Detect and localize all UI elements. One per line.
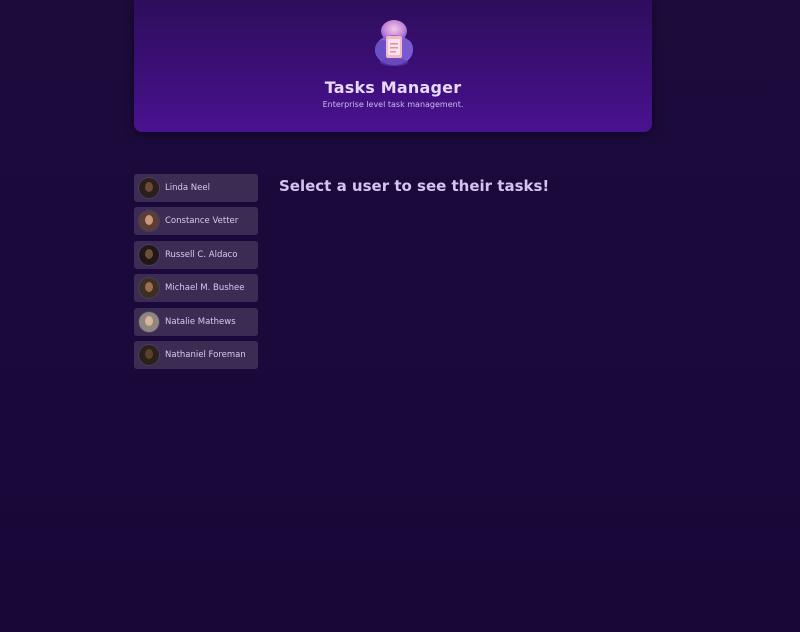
- user-item-nathaniel-foreman[interactable]: Nathaniel Foreman: [134, 340, 258, 369]
- user-name: Linda Neel: [165, 183, 210, 193]
- user-item-michael-bushee[interactable]: Michael M. Bushee: [134, 274, 258, 303]
- avatar: [139, 278, 159, 299]
- avatar: [139, 344, 159, 365]
- avatar: [139, 311, 159, 332]
- avatar: [139, 244, 159, 265]
- avatar: [139, 211, 159, 232]
- select-user-prompt: Select a user to see their tasks!: [279, 177, 550, 195]
- user-item-natalie-mathews[interactable]: Natalie Mathews: [134, 307, 258, 336]
- user-item-constance-vetter[interactable]: Constance Vetter: [134, 207, 258, 236]
- avatar: [139, 178, 159, 198]
- app-title: Tasks Manager: [324, 78, 462, 97]
- app-subtitle: Enterprise level task management.: [322, 100, 464, 109]
- app-page: Tasks Manager Enterprise level task mana…: [0, 0, 800, 632]
- user-item-russell-aldaco[interactable]: Russell C. Aldaco: [134, 240, 258, 269]
- user-name: Russell C. Aldaco: [165, 249, 238, 260]
- user-list: Linda Neel Constance Vetter Russell C. A…: [134, 174, 258, 374]
- user-name: Natalie Mathews: [165, 316, 236, 327]
- user-name: Constance Vetter: [165, 216, 239, 227]
- user-name: Nathaniel Foreman: [165, 349, 246, 360]
- user-name: Michael M. Bushee: [165, 283, 245, 294]
- user-item-linda-neel[interactable]: Linda Neel: [134, 174, 258, 202]
- app-header: Tasks Manager Enterprise level task mana…: [134, 0, 652, 132]
- notebook-logo-icon: [375, 20, 413, 66]
